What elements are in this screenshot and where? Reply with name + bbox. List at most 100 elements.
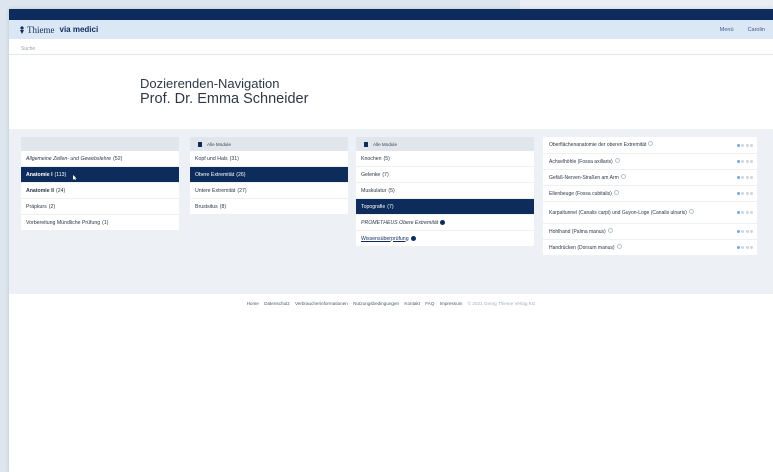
user-menu-link[interactable]: Carolin [748,27,765,33]
topic-group-count: (5) [383,155,390,162]
course-item-label: Vorbereitung Mündliche Prüfung [26,219,101,226]
topic-item-oberflaechenanatomie[interactable]: Oberflächenanatomie der oberen Extremitä… [543,137,757,154]
topic-group-label: Topografie [361,203,386,210]
module-icon [198,141,202,147]
topic-column: Oberflächenanatomie der oberen Extremitä… [543,137,757,256]
footer-link-kontakt[interactable]: Kontakt [404,301,420,306]
topic-group-prometheus[interactable]: PROMETHEUS Obere Extremität [356,215,534,231]
navbar: Thieme via medici Menü Carolin [9,20,773,39]
topic-item-achselhoehle[interactable]: Achselhöhle (Fossa axillaris) [543,154,757,170]
thieme-logo-icon [20,25,24,34]
module-item-untere-extremitaet[interactable]: Untere Extremität (27) [190,183,348,199]
topic-item-label: Gefäß-Nerven-Straßen am Arm [549,174,619,181]
topic-item-gefaess-nerven[interactable]: Gefäß-Nerven-Straßen am Arm [543,170,757,186]
footer-link-faq[interactable]: FAQ [425,301,434,306]
progress-underline [356,166,426,167]
progress-dots-icon [736,246,753,249]
footer-link-datenschutz[interactable]: Datenschutz [264,301,290,306]
module-item-label: Untere Extremität [195,187,236,194]
topic-item-handruecken[interactable]: Handrücken (Dorsum manus) [543,240,757,256]
topic-group-label: Gelenke [361,171,381,178]
topic-item-label: Achselhöhle (Fossa axillaris) [549,158,613,165]
topic-group-muskulatur[interactable]: Muskulatur (5) [356,183,534,199]
module-item-count: (26) [236,171,246,178]
footer-link-impressum[interactable]: Impressum [440,301,463,306]
topic-item-karpaltunnel[interactable]: Karpaltunnel (Canalis carpi) und Guyon-L… [543,202,757,224]
module-column: Alle Module Kopf und Hals (31) Obere Ext… [190,137,348,215]
info-icon[interactable] [410,236,416,241]
course-item-anatomie-1[interactable]: Anatomie I (113) [21,167,179,183]
knowledge-check-link[interactable]: Wissensüberprüfung [356,231,534,247]
info-icon[interactable] [620,173,626,179]
topic-group-label: Knochen [361,155,382,162]
topic-group-knochen[interactable]: Knochen (5) [356,151,534,167]
info-icon[interactable] [613,189,619,195]
course-item-praepkurs[interactable]: Präpkurs (2) [21,199,179,215]
topic-group-label: PROMETHEUS Obere Extremität [361,219,439,226]
brand-subtitle: via medici [59,25,99,34]
brand-name: Thieme [27,24,55,35]
info-icon[interactable] [614,157,620,163]
module-item-label: Brustsitus [195,203,218,210]
module-item-count: (31) [229,155,239,162]
lecturer-name: Prof. Dr. Emma Schneider [140,91,309,107]
topic-item-label: Karpaltunnel (Canalis carpi) und Guyon-L… [549,209,687,216]
topic-item-label: Oberflächenanatomie der oberen Extremitä… [549,142,647,148]
module-item-count: (27) [237,187,247,194]
module-item-kopf-hals[interactable]: Kopf und Hals (31) [190,151,348,167]
footer-link-home[interactable]: Home [247,301,259,306]
module-item-label: Obere Extremität [195,171,235,178]
course-item-count: (113) [54,171,67,178]
course-item-anatomie-2[interactable]: Anatomie II (24) [21,183,179,199]
navigation-area: Allgemeine Zellen- und Gewebslehre (52) … [9,129,773,294]
progress-dots-icon [736,176,753,179]
topic-group-gelenke[interactable]: Gelenke (7) [356,167,534,183]
footer-link-verbraucherinformationen[interactable]: Verbraucherinformationen [295,301,348,306]
footer-link-nutzungsbedingungen[interactable]: Nutzungsbedingungen [353,301,399,306]
course-item-label: Anatomie II [26,187,54,194]
course-column: Allgemeine Zellen- und Gewebslehre (52) … [21,137,179,231]
course-item-pruefung[interactable]: Vorbereitung Mündliche Prüfung (1) [21,215,179,231]
topic-item-label: Handrücken (Dorsum manus) [549,244,615,251]
progress-dots-icon [736,230,753,233]
module-item-label: Kopf und Hals [195,155,228,162]
topic-group-column: Alle Module Knochen (5) Gelenke (7) Musk… [356,137,534,247]
brand-logo[interactable]: Thieme via medici [19,25,98,35]
page-title: Dozierenden-Navigation [140,76,280,91]
module-icon [364,141,368,147]
info-icon[interactable] [607,227,613,233]
browser-page: Thieme via medici Menü Carolin Suche Doz… [9,9,773,472]
topic-group-count: (5) [388,187,395,194]
progress-dots-icon [736,211,753,214]
mouse-cursor-icon [73,175,77,180]
topic-group-label: Muskulatur [361,187,387,194]
footer-copyright: © 2021 Georg Thieme Verlag KG [467,301,536,306]
course-item-count: (2) [48,203,56,210]
module-column-header[interactable]: Alle Module [190,137,348,151]
course-item-count: (1) [102,219,109,226]
course-item-zellen[interactable]: Allgemeine Zellen- und Gewebslehre (52) [21,151,179,167]
module-item-obere-extremitaet[interactable]: Obere Extremität (26) [190,167,348,183]
course-item-label: Präpkurs [26,203,47,210]
module-column-header-label: Alle Module [207,141,232,147]
topic-item-ellenbeuge[interactable]: Ellenbeuge (Fossa cubitalis) [543,186,757,202]
progress-dots-icon [736,192,753,195]
topic-item-label: Hohlhand (Palma manus) [549,228,606,235]
topic-group-column-header[interactable]: Alle Module [356,137,534,151]
topic-item-label: Ellenbeuge (Fossa cubitalis) [549,190,612,197]
footer: Home Datenschutz Verbraucherinformatione… [9,301,773,306]
top-accent-bar [9,9,773,20]
module-item-brustsitus[interactable]: Brustsitus (8) [190,199,348,215]
hero: Dozierenden-Navigation Prof. Dr. Emma Sc… [9,55,773,140]
topic-item-hohlhand[interactable]: Hohlhand (Palma manus) [543,224,757,240]
info-icon[interactable] [616,243,622,249]
topic-group-count: (7) [382,171,389,178]
breadcrumb[interactable]: Suche [9,39,773,55]
topic-group-topografie[interactable]: Topografie (7) [356,199,534,215]
menu-link[interactable]: Menü [720,27,734,33]
info-icon[interactable] [440,220,446,225]
course-item-label: Allgemeine Zellen- und Gewebslehre [26,155,112,162]
info-icon[interactable] [648,141,654,146]
topic-group-label: Wissensüberprüfung [361,235,409,242]
info-icon[interactable] [688,208,694,214]
